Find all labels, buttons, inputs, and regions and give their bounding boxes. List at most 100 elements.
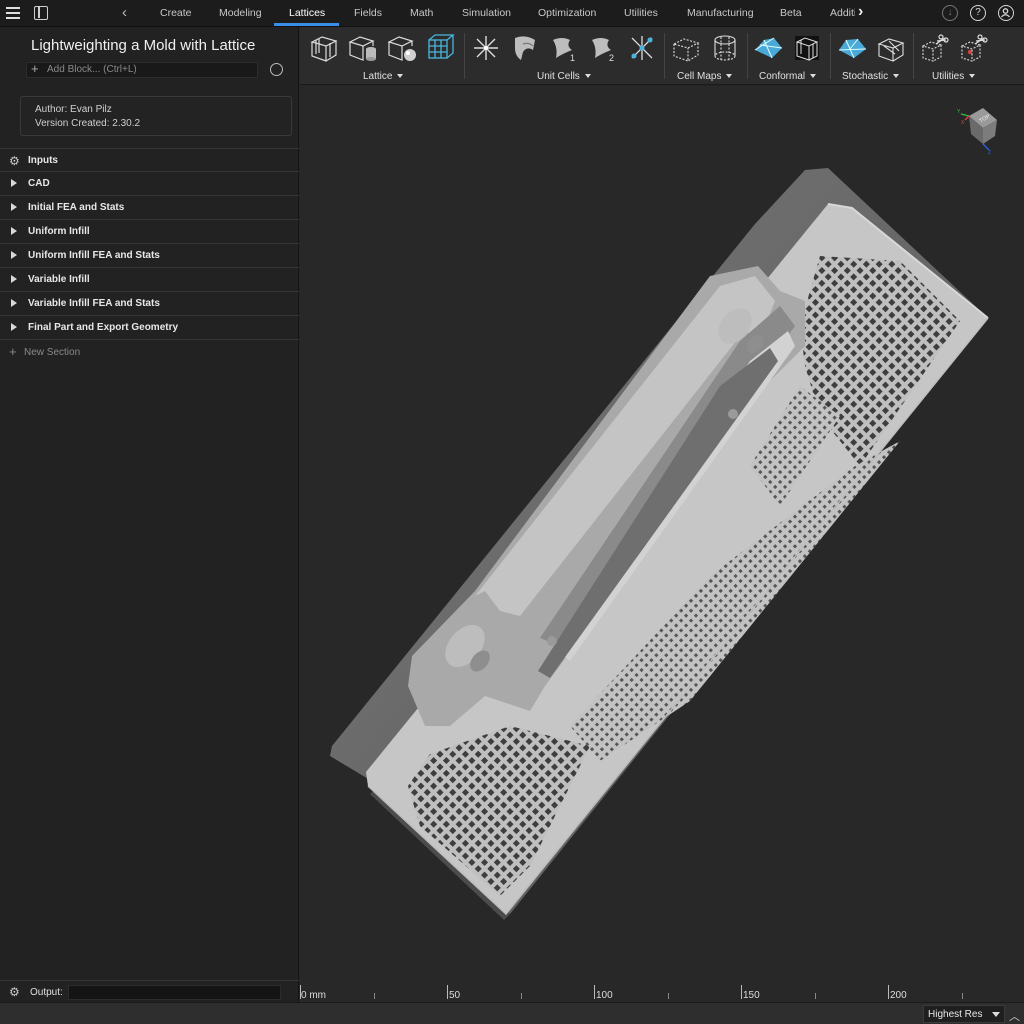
section-cad[interactable]: CAD	[0, 172, 299, 196]
add-block-input[interactable]: + Add Block... (Ctrl+L)	[26, 61, 258, 78]
ruler-tick	[447, 985, 448, 999]
help-icon[interactable]: ?	[970, 5, 986, 21]
axis-z-label: Z	[988, 150, 991, 154]
lattice-cylinder-icon[interactable]	[347, 32, 379, 64]
tab-modeling[interactable]: Modeling	[219, 7, 262, 19]
gear-icon[interactable]: ⚙	[9, 985, 20, 999]
toolbar-separator	[913, 33, 914, 79]
group-utilities[interactable]: Utilities	[932, 71, 976, 82]
tab-optimization[interactable]: Optimization	[538, 7, 596, 19]
tab-lattices[interactable]: Lattices	[289, 7, 325, 19]
unit-cell-strut-icon[interactable]	[470, 32, 502, 64]
section-label: Final Part and Export Geometry	[28, 322, 179, 333]
unit-cell-tpms-2-icon[interactable]: 2	[587, 32, 619, 64]
account-icon[interactable]	[998, 5, 1014, 21]
output-label: Output:	[30, 987, 63, 998]
status-bar: Highest Res ︿	[0, 1002, 1024, 1024]
section-uniform-infill[interactable]: Uniform Infill	[0, 220, 299, 244]
ruler-minor-tick	[962, 993, 963, 999]
section-variable-infill-fea[interactable]: Variable Infill FEA and Stats	[0, 292, 299, 316]
3d-viewport[interactable]: TOP Y X Z	[300, 86, 1024, 1002]
caret-down-icon	[726, 74, 733, 79]
tabs-scroll-right-icon[interactable]: ›	[858, 3, 863, 21]
project-title[interactable]: Lightweighting a Mold with Lattice	[31, 37, 255, 54]
tab-simulation[interactable]: Simulation	[462, 7, 511, 19]
section-uniform-infill-fea[interactable]: Uniform Infill FEA and Stats	[0, 244, 299, 268]
output-bar: ⚙ Output:	[0, 980, 299, 1004]
gear-icon: ⚙	[9, 154, 20, 168]
expand-arrow-icon[interactable]	[11, 179, 17, 187]
group-stochastic[interactable]: Stochastic	[842, 71, 900, 82]
panel-toggle-icon[interactable]	[34, 6, 48, 20]
lattice-trim-red-icon[interactable]	[958, 32, 990, 64]
ruler-tick	[594, 985, 595, 999]
group-unit-cells[interactable]: Unit Cells	[537, 71, 591, 82]
group-cell-maps[interactable]: Cell Maps	[677, 71, 733, 82]
section-final-part[interactable]: Final Part and Export Geometry	[0, 316, 299, 340]
cell-map-cylinder-icon[interactable]	[709, 32, 741, 64]
section-label: Initial FEA and Stats	[28, 202, 125, 213]
section-label: CAD	[28, 178, 50, 189]
expand-arrow-icon[interactable]	[11, 203, 17, 211]
caret-down-icon	[810, 74, 817, 79]
menu-icon[interactable]	[6, 7, 20, 19]
version-text: Version Created: 2.30.2	[35, 118, 141, 129]
download-icon[interactable]: ↓	[942, 5, 958, 21]
group-conformal[interactable]: Conformal	[759, 71, 817, 82]
section-label: Inputs	[28, 155, 58, 166]
new-section-button[interactable]: + New Section	[0, 340, 299, 364]
conformal-surface-icon[interactable]	[752, 32, 784, 64]
stochastic-surface-icon[interactable]	[836, 32, 868, 64]
toolbar-separator	[464, 33, 465, 79]
ruler-label: 200	[890, 990, 907, 1001]
tab-beta[interactable]: Beta	[780, 7, 802, 19]
axis-y-label: Y	[957, 109, 961, 115]
group-lattice[interactable]: Lattice	[363, 71, 404, 82]
tab-utilities[interactable]: Utilities	[624, 7, 658, 19]
tab-math[interactable]: Math	[410, 7, 433, 19]
expand-arrow-icon[interactable]	[11, 251, 17, 259]
stochastic-volume-icon[interactable]	[875, 32, 907, 64]
lattice-grid-icon[interactable]	[425, 32, 457, 64]
expand-arrow-icon[interactable]	[11, 299, 17, 307]
section-inputs[interactable]: ⚙ Inputs	[0, 148, 299, 172]
view-cube[interactable]: TOP Y X Z	[955, 104, 1005, 154]
ruler-label: 50	[449, 990, 461, 1001]
mold-model	[330, 168, 989, 920]
resolution-select[interactable]: Highest Res	[923, 1005, 1005, 1023]
ruler-minor-tick	[668, 993, 669, 999]
scale-ruler: 0 mm 50 100 150 200	[300, 980, 1024, 1002]
section-initial-fea[interactable]: Initial FEA and Stats	[0, 196, 299, 220]
tab-additive[interactable]: Additi	[830, 7, 855, 19]
app-window: ‹ Create Modeling Lattices Fields Math S…	[0, 0, 1024, 1024]
sync-icon[interactable]	[270, 63, 283, 76]
tab-fields[interactable]: Fields	[354, 7, 382, 19]
output-field[interactable]	[68, 985, 281, 1000]
lattice-sphere-icon[interactable]	[386, 32, 418, 64]
unit-cell-tpms-icon[interactable]	[509, 32, 541, 64]
group-label: Utilities	[932, 71, 965, 82]
plus-icon: +	[9, 344, 17, 359]
tab-create[interactable]: Create	[160, 7, 192, 19]
ruler-tick	[741, 985, 742, 999]
section-variable-infill[interactable]: Variable Infill	[0, 268, 299, 292]
unit-cell-tpms-1-icon[interactable]: 1	[548, 32, 580, 64]
tabs-scroll-left-icon[interactable]: ‹	[122, 4, 127, 21]
ruler-minor-tick	[521, 993, 522, 999]
expand-arrow-icon[interactable]	[11, 227, 17, 235]
conformal-volume-icon[interactable]	[791, 32, 823, 64]
cell-map-box-icon[interactable]	[670, 32, 702, 64]
active-tab-indicator	[274, 23, 339, 26]
lattice-trim-icon[interactable]	[919, 32, 951, 64]
section-label: Uniform Infill	[28, 226, 90, 237]
project-info-box: Author: Evan Pilz Version Created: 2.30.…	[20, 96, 292, 136]
lattice-box-icon[interactable]	[308, 32, 340, 64]
ribbon-tabs: Create Modeling Lattices Fields Math Sim…	[145, 0, 855, 27]
chevron-up-icon[interactable]: ︿	[1009, 1008, 1020, 1024]
tab-manufacturing[interactable]: Manufacturing	[687, 7, 754, 19]
caret-down-icon	[992, 1012, 1000, 1017]
expand-arrow-icon[interactable]	[11, 323, 17, 331]
expand-arrow-icon[interactable]	[11, 275, 17, 283]
ruler-label: 100	[596, 990, 613, 1001]
unit-cell-custom-icon[interactable]	[626, 32, 658, 64]
